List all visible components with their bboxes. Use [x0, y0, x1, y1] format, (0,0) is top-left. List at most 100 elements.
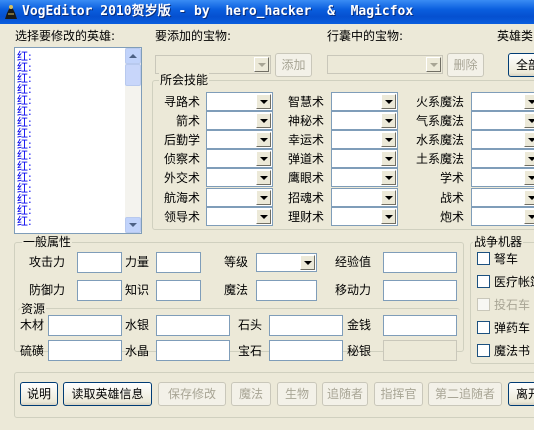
- add-treasure-label: 要添加的宝物:: [155, 29, 232, 43]
- skill-label: 幸运术: [287, 133, 324, 147]
- hero-list-item[interactable]: 红:: [17, 139, 123, 150]
- skills-group-title: 所会技能: [159, 73, 210, 87]
- hero-list-item[interactable]: 红:: [17, 117, 123, 128]
- creatures-button[interactable]: 生物: [277, 382, 317, 406]
- knowledge-input[interactable]: [156, 280, 201, 301]
- magic-button[interactable]: 魔法: [231, 382, 271, 406]
- ore-input[interactable]: [269, 315, 343, 336]
- skill-level-select[interactable]: [331, 111, 398, 130]
- skill-level-select[interactable]: [206, 111, 273, 130]
- hero-list-item[interactable]: 红:: [17, 161, 123, 172]
- skill-level-select[interactable]: [206, 130, 273, 149]
- skill-level-select[interactable]: [471, 207, 534, 226]
- chevron-down-icon: [524, 132, 534, 147]
- gems-input[interactable]: [269, 340, 343, 361]
- hero-list-item[interactable]: 红:: [17, 95, 123, 106]
- defense-input[interactable]: [77, 280, 122, 301]
- general-group-title: 一般属性: [22, 235, 73, 249]
- hero-list-item[interactable]: 红:: [17, 106, 123, 117]
- help-button[interactable]: 说明: [20, 382, 58, 406]
- skill-level-select[interactable]: [471, 130, 534, 149]
- war-machine-checkbox[interactable]: [477, 298, 490, 311]
- chevron-down-icon: [256, 113, 271, 128]
- read-hero-button[interactable]: 读取英雄信息: [63, 382, 152, 406]
- add-treasure-select[interactable]: [155, 55, 271, 74]
- war-machine-checkbox[interactable]: [477, 344, 490, 357]
- chevron-down-icon: [300, 255, 315, 270]
- skill-level-select[interactable]: [206, 168, 273, 187]
- commander-button[interactable]: 指挥官: [374, 382, 423, 406]
- mercury-input[interactable]: [156, 315, 230, 336]
- scroll-thumb[interactable]: [125, 64, 141, 86]
- war-machine-checkbox[interactable]: [477, 252, 490, 265]
- skill-level-select[interactable]: [331, 188, 398, 207]
- exit-button[interactable]: 离开: [508, 382, 534, 406]
- skill-label: 智慧术: [287, 95, 324, 109]
- gold-input[interactable]: [383, 315, 457, 336]
- skill-level-select[interactable]: [471, 168, 534, 187]
- chevron-down-icon: [381, 190, 396, 205]
- experience-input[interactable]: [383, 252, 457, 273]
- skill-level-select[interactable]: [331, 92, 398, 111]
- skill-label: 神秘术: [287, 114, 324, 128]
- add-button[interactable]: 添加: [275, 53, 312, 77]
- sulfur-label: 硫磺: [20, 344, 45, 358]
- chevron-down-icon: [256, 190, 271, 205]
- movement-input[interactable]: [383, 280, 457, 301]
- hero-list[interactable]: 红: 红: 红: 红: 红: 红: 红: 红: 红: 红: 红: 红: 红: 红: 红: 红:: [14, 47, 142, 234]
- magic-input[interactable]: [256, 280, 317, 301]
- title-bar: VogEditor 2010贺岁版 - by hero_hacker & Mag…: [0, 0, 534, 24]
- chevron-down-icon: [524, 151, 534, 166]
- skill-level-select[interactable]: [471, 149, 534, 168]
- hero-list-item[interactable]: 红:: [17, 194, 123, 205]
- skill-level-select[interactable]: [331, 130, 398, 149]
- hero-list-item[interactable]: 红:: [17, 183, 123, 194]
- skill-level-select[interactable]: [206, 149, 273, 168]
- level-select[interactable]: [256, 253, 317, 272]
- skill-level-select[interactable]: [471, 188, 534, 207]
- hero-list-scrollbar[interactable]: [125, 48, 141, 233]
- skill-level-select[interactable]: [331, 168, 398, 187]
- crystal-input[interactable]: [156, 340, 230, 361]
- power-input[interactable]: [156, 252, 201, 273]
- skill-level-select[interactable]: [206, 207, 273, 226]
- skill-level-select[interactable]: [206, 92, 273, 111]
- hero-list-item[interactable]: 红:: [17, 205, 123, 216]
- skill-label: 箭术: [175, 114, 200, 128]
- skill-label: 航海术: [163, 191, 200, 205]
- skill-level-select[interactable]: [206, 188, 273, 207]
- attack-input[interactable]: [77, 252, 122, 273]
- level-label: 等级: [224, 255, 249, 269]
- mithril-input[interactable]: [383, 340, 457, 361]
- skill-level-select[interactable]: [331, 149, 398, 168]
- followers-button[interactable]: 追随者: [322, 382, 368, 406]
- chevron-down-icon: [256, 209, 271, 224]
- chevron-down-icon: [381, 113, 396, 128]
- hero-list-item[interactable]: 红:: [17, 84, 123, 95]
- war-machine-label: 魔法书: [494, 344, 531, 358]
- skill-level-select[interactable]: [331, 207, 398, 226]
- hero-list-item[interactable]: 红:: [17, 62, 123, 73]
- save-button[interactable]: 保存修改: [158, 382, 226, 406]
- defense-label: 防御力: [29, 283, 66, 297]
- wood-input[interactable]: [48, 315, 122, 336]
- delete-button[interactable]: 删除: [447, 53, 484, 77]
- skill-level-select[interactable]: [471, 111, 534, 130]
- hero-list-item[interactable]: 红:: [17, 150, 123, 161]
- hero-list-item[interactable]: 红:: [17, 128, 123, 139]
- war-machine-checkbox[interactable]: [477, 321, 490, 334]
- scroll-down-arrow-icon[interactable]: [125, 217, 141, 233]
- hero-list-item[interactable]: 红:: [17, 216, 123, 227]
- all-button[interactable]: 全部: [508, 53, 534, 77]
- war-machine-checkbox[interactable]: [477, 275, 490, 288]
- second-follower-button[interactable]: 第二追随者: [428, 382, 502, 406]
- sulfur-input[interactable]: [48, 340, 122, 361]
- scroll-up-arrow-icon[interactable]: [125, 48, 141, 64]
- chevron-down-icon: [256, 94, 271, 109]
- bag-treasure-select[interactable]: [327, 55, 443, 74]
- app-icon: [5, 5, 17, 19]
- skill-level-select[interactable]: [471, 92, 534, 111]
- hero-list-item[interactable]: 红:: [17, 172, 123, 183]
- hero-list-item[interactable]: 红:: [17, 73, 123, 84]
- hero-list-item[interactable]: 红:: [17, 51, 123, 62]
